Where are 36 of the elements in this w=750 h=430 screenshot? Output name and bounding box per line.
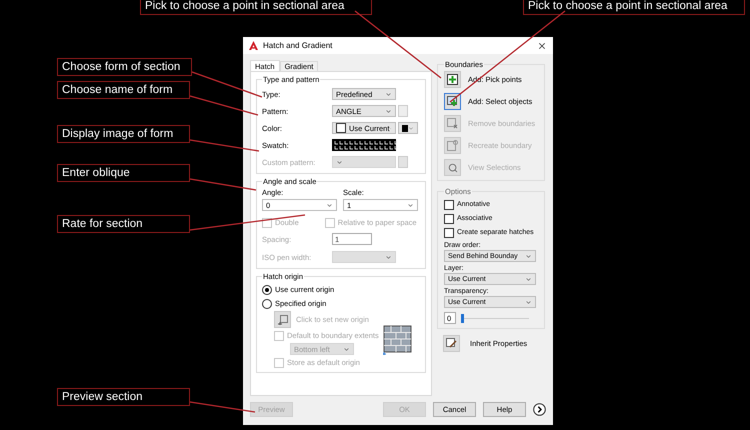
annotation-label: Choose name of form [57,81,190,99]
chevron-down-icon [336,158,343,166]
annotation-label: Preview section [57,388,190,406]
slider-thumb[interactable] [461,314,464,322]
annotation-label: Display image of form [57,125,190,143]
leader-line [190,95,258,116]
chevron-down-icon [408,124,414,132]
annotation-label: Rate for section [57,215,190,233]
radio-circle[interactable] [262,284,272,294]
chevron-down-icon [525,298,532,306]
background-color-dropdown[interactable] [398,122,418,134]
paintbrush-icon [443,335,460,352]
chevron-down-icon [525,252,532,260]
brick-wall-icon [382,325,413,355]
chevron-down-icon [407,202,414,208]
app-logo-icon [249,41,258,50]
chevron-down-icon [385,108,392,114]
chevron-down-icon [385,90,392,98]
annotation-label: Pick to choose a point in sectional area [523,0,745,15]
chevron-down-icon [326,202,333,208]
leader-line [192,71,262,98]
annotation-label: Choose form of section [57,58,192,76]
hatch-swatch[interactable] [332,139,396,151]
origin-point-icon [274,311,291,328]
close-icon[interactable] [537,40,547,50]
chevron-down-icon [343,346,350,352]
leader-line [190,178,256,191]
leader-line [190,139,260,152]
radio-circle[interactable] [262,298,272,308]
chevron-down-icon [385,254,392,260]
expand-chevron-icon[interactable] [533,403,546,416]
leader-line [190,401,256,413]
window-title: Hatch and Gradient [263,41,334,50]
annotation-label: Enter oblique [57,164,190,182]
chevron-down-icon [525,276,532,282]
annotation-label: Pick to choose a point in sectional area [140,0,372,15]
